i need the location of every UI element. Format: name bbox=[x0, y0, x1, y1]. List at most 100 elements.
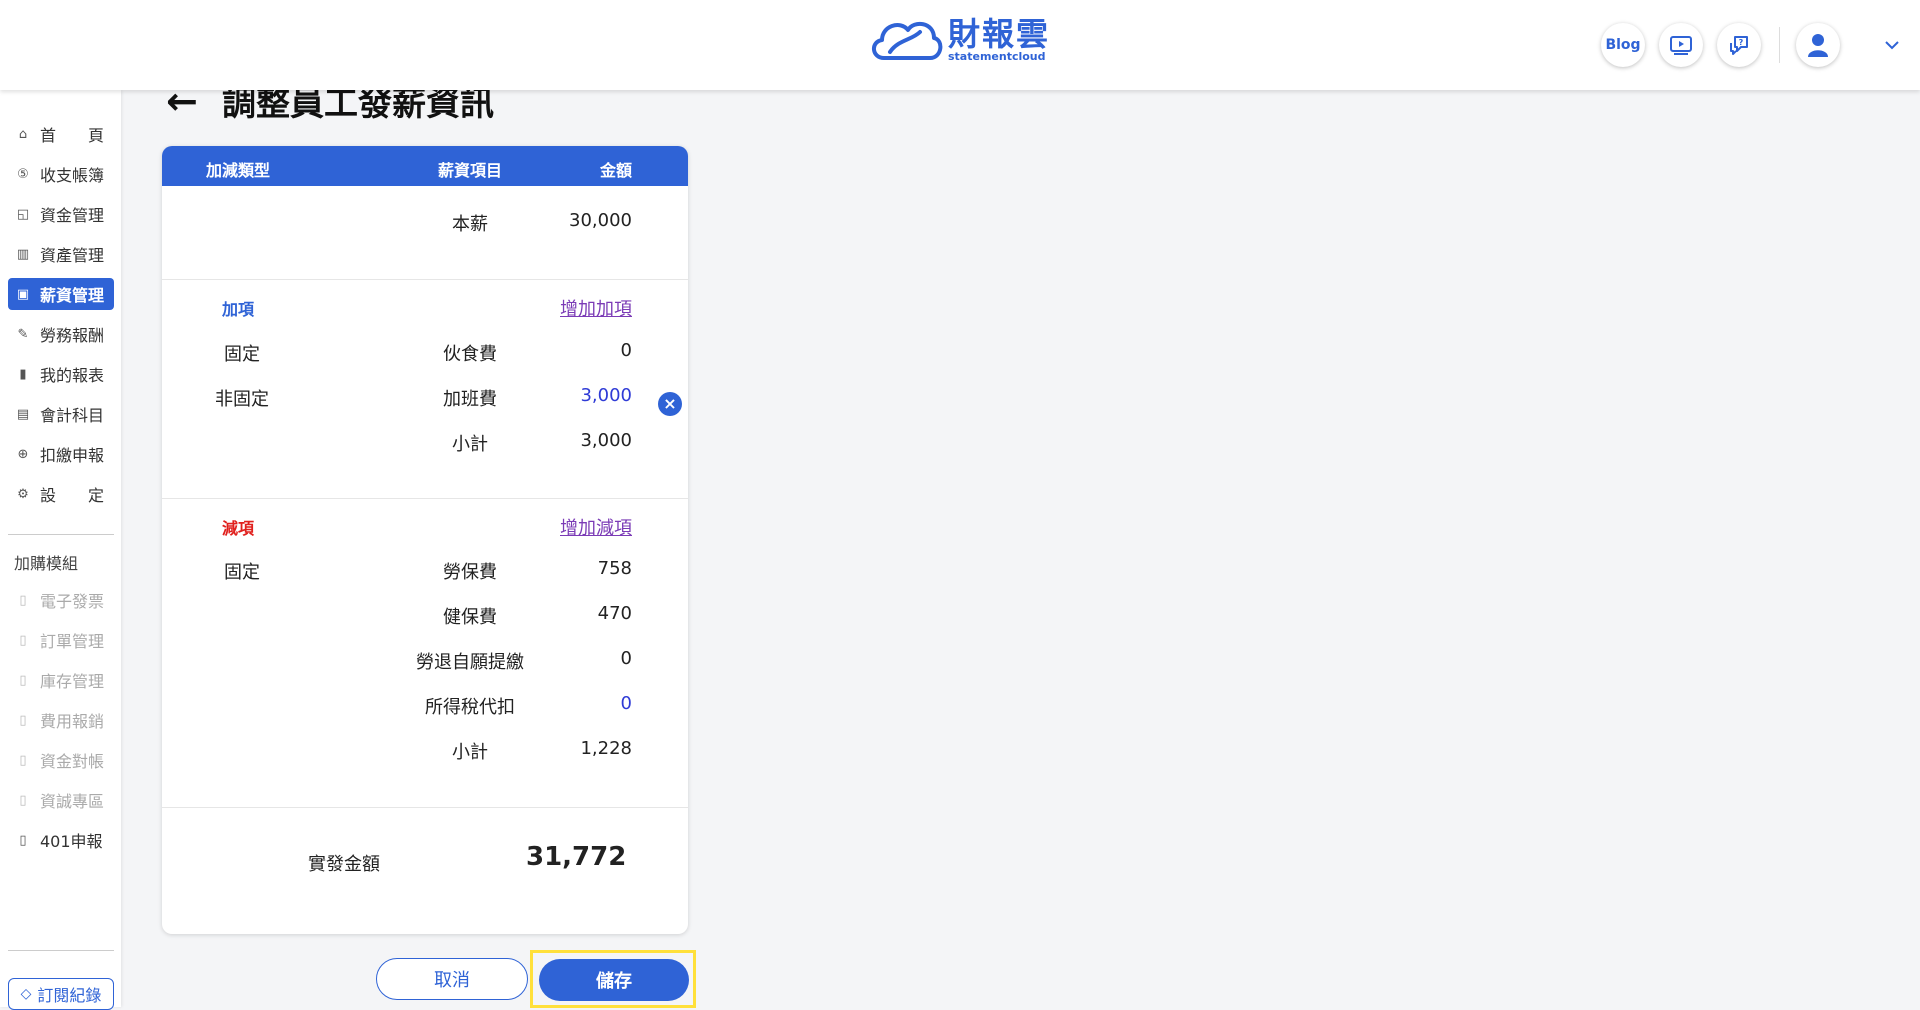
sidebar-item-label: 首 頁 bbox=[40, 126, 105, 145]
sidebar-item-label: 資金管理 bbox=[40, 206, 105, 225]
add-addition-link[interactable]: 增加加項 bbox=[560, 295, 632, 321]
sidebar-item-label: 薪資管理 bbox=[40, 286, 105, 305]
sidebar-item-settings[interactable]: ⚙ 設 定 bbox=[8, 478, 114, 510]
user-avatar[interactable] bbox=[1796, 23, 1840, 67]
module-icon: ▯ bbox=[19, 752, 27, 768]
sidebar-item-funds[interactable]: ◱ 資金管理 bbox=[8, 198, 114, 230]
remove-row-button[interactable]: × bbox=[658, 392, 682, 416]
header-amount: 金額 bbox=[599, 161, 632, 180]
user-menu-dropdown[interactable] bbox=[1880, 33, 1904, 57]
item-name: 勞保費 bbox=[443, 562, 497, 583]
sidebar-item-reports[interactable]: ▮ 我的報表 bbox=[8, 358, 114, 390]
sidebar-addon-401[interactable]: ▯ 401申報 bbox=[8, 824, 114, 856]
sidebar-divider bbox=[8, 534, 114, 535]
table-row-base: 本薪 30,000 bbox=[162, 206, 688, 236]
cancel-button[interactable]: 取消 bbox=[376, 958, 528, 1000]
table-row: 非固定 加班費 3,000 bbox=[162, 381, 688, 411]
item-amount-editable[interactable]: 3,000 bbox=[580, 385, 632, 406]
sidebar-item-withholding[interactable]: ⊕ 扣繳申報 bbox=[8, 438, 114, 470]
item-amount: 0 bbox=[620, 648, 632, 669]
section-divider bbox=[162, 807, 688, 808]
item-amount-editable[interactable]: 0 bbox=[621, 693, 632, 714]
net-pay-amount: 31,772 bbox=[526, 842, 627, 872]
subtotal-label: 小計 bbox=[452, 742, 488, 763]
item-name: 伙食費 bbox=[443, 344, 497, 365]
sidebar-item-labor[interactable]: ✎ 勞務報酬 bbox=[8, 318, 114, 350]
item-amount: 0 bbox=[620, 340, 632, 361]
coin-icon: ⑤ bbox=[17, 166, 29, 182]
logo-sub-text: statementcloud bbox=[948, 50, 1046, 63]
table-header: 加減類型 薪資項目 金額 bbox=[162, 146, 688, 186]
question-chat-icon: ? bbox=[1730, 36, 1748, 55]
section-divider bbox=[162, 279, 688, 280]
sidebar-item-home[interactable]: ⌂ 首 頁 bbox=[8, 118, 114, 150]
section-divider bbox=[162, 498, 688, 499]
user-icon bbox=[1808, 34, 1828, 57]
sidebar-addon-einvoice[interactable]: ▯ 電子發票 bbox=[8, 584, 114, 616]
sidebar-item-label: 401申報 bbox=[40, 832, 103, 851]
labor-icon: ✎ bbox=[17, 326, 29, 342]
subtotal-amount: 3,000 bbox=[580, 430, 632, 451]
sidebar-addon-inventory[interactable]: ▯ 庫存管理 bbox=[8, 664, 114, 696]
item-amount: 758 bbox=[597, 558, 632, 579]
sidebar-item-label: 我的報表 bbox=[40, 366, 105, 385]
tutorial-video-button[interactable] bbox=[1659, 23, 1703, 67]
back-arrow-icon[interactable]: ← bbox=[166, 82, 206, 120]
logo-main-text: 財報雲 bbox=[948, 15, 1051, 53]
module-icon: ▯ bbox=[19, 672, 27, 688]
sidebar-item-label: 資產管理 bbox=[40, 246, 105, 265]
report-icon: ▮ bbox=[19, 366, 27, 382]
withhold-icon: ⊕ bbox=[17, 446, 29, 462]
deductions-label: 減項 bbox=[222, 519, 255, 538]
net-pay-label: 實發金額 bbox=[308, 854, 380, 875]
table-row: 固定 伙食費 0 bbox=[162, 336, 688, 366]
sidebar-addon-expenses[interactable]: ▯ 費用報銷 bbox=[8, 704, 114, 736]
save-button[interactable]: 儲存 bbox=[539, 959, 689, 1001]
fund-icon: ◱ bbox=[16, 206, 30, 222]
sidebar-item-label: 收支帳簿 bbox=[40, 166, 105, 185]
sidebar-item-payroll[interactable]: ▣ 薪資管理 bbox=[8, 278, 114, 310]
chevron-down-icon bbox=[1885, 41, 1899, 50]
sidebar-item-books[interactable]: ⑤ 收支帳簿 bbox=[8, 158, 114, 190]
module-icon: ▯ bbox=[19, 632, 27, 648]
table-row: 所得稅代扣 0 bbox=[162, 689, 688, 719]
home-icon: ⌂ bbox=[18, 126, 28, 142]
item-name: 所得稅代扣 bbox=[425, 697, 515, 718]
table-row: 勞退自願提繳 0 bbox=[162, 644, 688, 674]
help-chat-button[interactable]: ? bbox=[1717, 23, 1761, 67]
item-amount: 30,000 bbox=[569, 210, 632, 231]
blog-button[interactable]: Blog bbox=[1601, 23, 1645, 67]
sidebar-addon-reconcile[interactable]: ▯ 資金對帳 bbox=[8, 744, 114, 776]
sidebar-item-label: 資誠專區 bbox=[40, 792, 105, 811]
ledger-icon: ▤ bbox=[16, 406, 30, 422]
cloud-logo-icon bbox=[872, 21, 943, 60]
save-button-highlight: 儲存 bbox=[530, 950, 696, 1008]
row-type: 固定 bbox=[224, 344, 260, 365]
sidebar-item-assets[interactable]: ▥ 資產管理 bbox=[8, 238, 114, 270]
settings-icon: ⚙ bbox=[17, 486, 29, 502]
add-deduction-link[interactable]: 增加減項 bbox=[560, 514, 632, 540]
sidebar-item-label: 扣繳申報 bbox=[40, 446, 105, 465]
item-name: 加班費 bbox=[443, 389, 497, 410]
item-name: 勞退自願提繳 bbox=[416, 652, 524, 673]
sidebar-addon-orders[interactable]: ▯ 訂單管理 bbox=[8, 624, 114, 656]
sidebar-addon-pwc[interactable]: ▯ 資誠專區 bbox=[8, 784, 114, 816]
sidebar-item-label: 資金對帳 bbox=[40, 752, 105, 771]
item-name: 本薪 bbox=[452, 214, 488, 235]
subscription-label: 訂閱紀錄 bbox=[37, 986, 102, 1005]
sidebar-item-accounts[interactable]: ▤ 會計科目 bbox=[8, 398, 114, 430]
svg-text:?: ? bbox=[1739, 38, 1744, 47]
subscription-button[interactable]: ◇ 訂閱紀錄 bbox=[8, 978, 114, 1010]
module-icon: ▯ bbox=[19, 832, 27, 848]
header-divider bbox=[1779, 27, 1780, 63]
module-icon: ▯ bbox=[19, 792, 27, 808]
addon-group-label: 加購模組 bbox=[14, 554, 79, 573]
payroll-adjust-card: 加減類型 薪資項目 金額 本薪 30,000 加項 增加加項 固定 伙食費 0 … bbox=[162, 146, 688, 934]
close-icon: × bbox=[663, 394, 677, 413]
app-logo[interactable]: 財報雲 statementcloud bbox=[868, 12, 1050, 68]
sidebar-item-label: 電子發票 bbox=[40, 592, 105, 611]
subtotal-label: 小計 bbox=[452, 434, 488, 455]
sidebar-divider bbox=[8, 950, 114, 951]
sidebar-item-label: 費用報銷 bbox=[40, 712, 105, 731]
header-item: 薪資項目 bbox=[437, 161, 502, 180]
